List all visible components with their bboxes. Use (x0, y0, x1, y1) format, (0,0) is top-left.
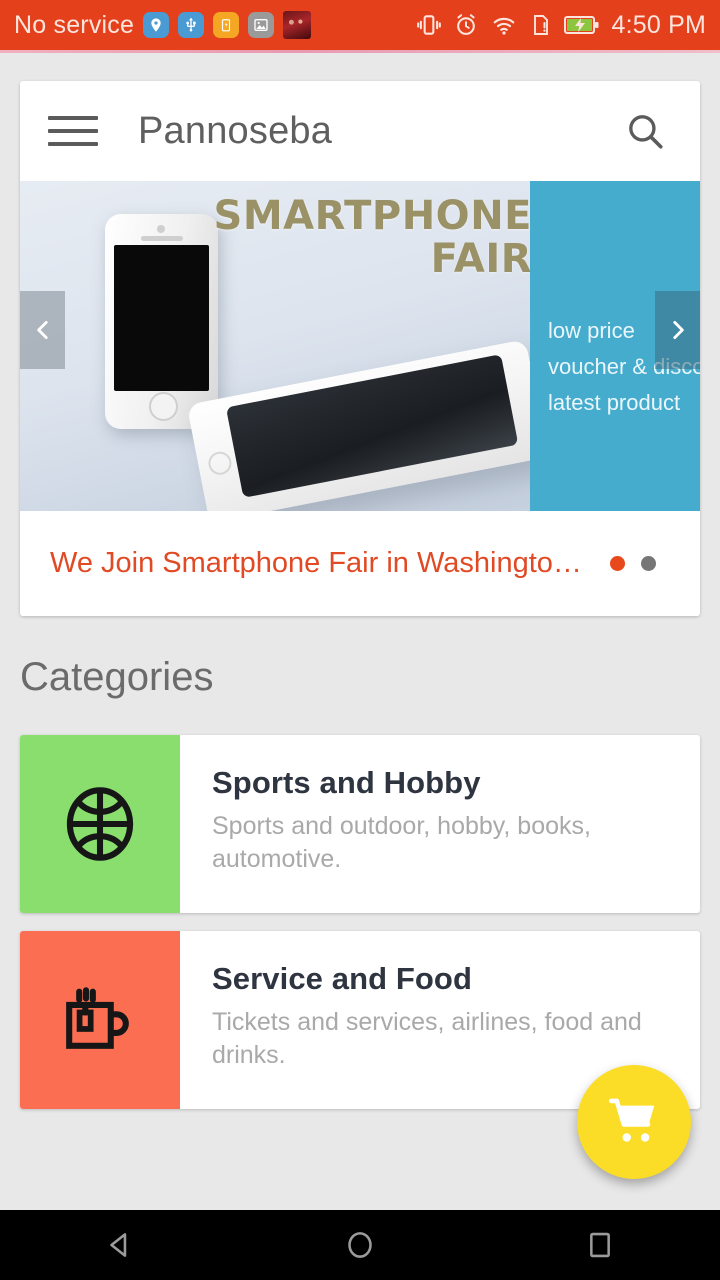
nav-recents-button[interactable] (540, 1210, 660, 1280)
category-description: Sports and outdoor, hobby, books, automo… (212, 812, 591, 873)
vibrate-icon (416, 12, 442, 38)
banner-card: Pannoseba SMARTPHONE FAIR low price vouc… (20, 81, 700, 616)
banner-caption-bar: We Join Smartphone Fair in Washington,… (20, 511, 700, 616)
alarm-icon (453, 12, 479, 38)
image-icon (248, 12, 275, 38)
shopping-cart-icon (608, 1098, 655, 1142)
search-icon[interactable] (618, 104, 672, 158)
category-title: Service and Food (212, 961, 472, 996)
tea-cup-icon (20, 931, 180, 1109)
carousel-pagination (610, 556, 670, 571)
carousel-dot-2[interactable] (641, 556, 656, 571)
carousel-prev-button[interactable] (20, 291, 65, 369)
nav-home-button[interactable] (300, 1210, 420, 1280)
basketball-icon (20, 735, 180, 913)
promo-carousel[interactable]: SMARTPHONE FAIR low price voucher & disc… (20, 181, 700, 511)
panel-line-3: latest product (548, 390, 681, 415)
hamburger-icon[interactable] (48, 109, 102, 153)
banner-headline: SMARTPHONE FAIR (214, 195, 532, 281)
category-text-block: Sports and Hobby Sports and outdoor, hob… (180, 735, 700, 913)
status-bar: No service 4:50 PM (0, 0, 720, 50)
android-nav-bar (0, 1210, 720, 1280)
categories-section-title: Categories (20, 655, 214, 699)
back-triangle-icon (110, 1233, 127, 1257)
carousel-next-button[interactable] (655, 291, 700, 369)
carousel-dot-1[interactable] (610, 556, 625, 571)
phone-speaker (141, 236, 183, 241)
app-content: Pannoseba SMARTPHONE FAIR low price vouc… (0, 53, 720, 1210)
location-pin-icon (143, 12, 170, 38)
status-bar-left: No service (14, 11, 416, 40)
battery-charging-icon (564, 14, 600, 36)
sim-alert-icon (529, 12, 553, 38)
banner-caption-text[interactable]: We Join Smartphone Fair in Washington,… (50, 547, 610, 580)
wifi-icon (490, 12, 518, 38)
status-bar-right: 4:50 PM (416, 11, 706, 40)
phone-camera (157, 225, 165, 233)
phone-upright-image (105, 214, 218, 429)
home-circle-icon (348, 1232, 372, 1258)
category-card-sports-and-hobby[interactable]: Sports and Hobby Sports and outdoor, hob… (20, 735, 700, 913)
battery-saver-icon (213, 12, 240, 38)
app-toolbar: Pannoseba (20, 81, 700, 181)
category-title: Sports and Hobby (212, 765, 481, 800)
cart-fab-button[interactable] (577, 1065, 691, 1179)
carrier-label: No service (14, 10, 135, 39)
usb-icon (178, 12, 205, 38)
nav-back-button[interactable] (60, 1210, 180, 1280)
page-title: Pannoseba (138, 109, 333, 152)
phone-laying-image (186, 339, 549, 511)
recents-square-icon (590, 1232, 610, 1258)
banner-headline-line2: FAIR (430, 236, 532, 282)
banner-headline-line1: SMARTPHONE (213, 193, 532, 239)
clock-label: 4:50 PM (611, 10, 706, 39)
category-description: Tickets and services, airlines, food and… (212, 1008, 642, 1069)
media-thumbnail (283, 11, 312, 39)
